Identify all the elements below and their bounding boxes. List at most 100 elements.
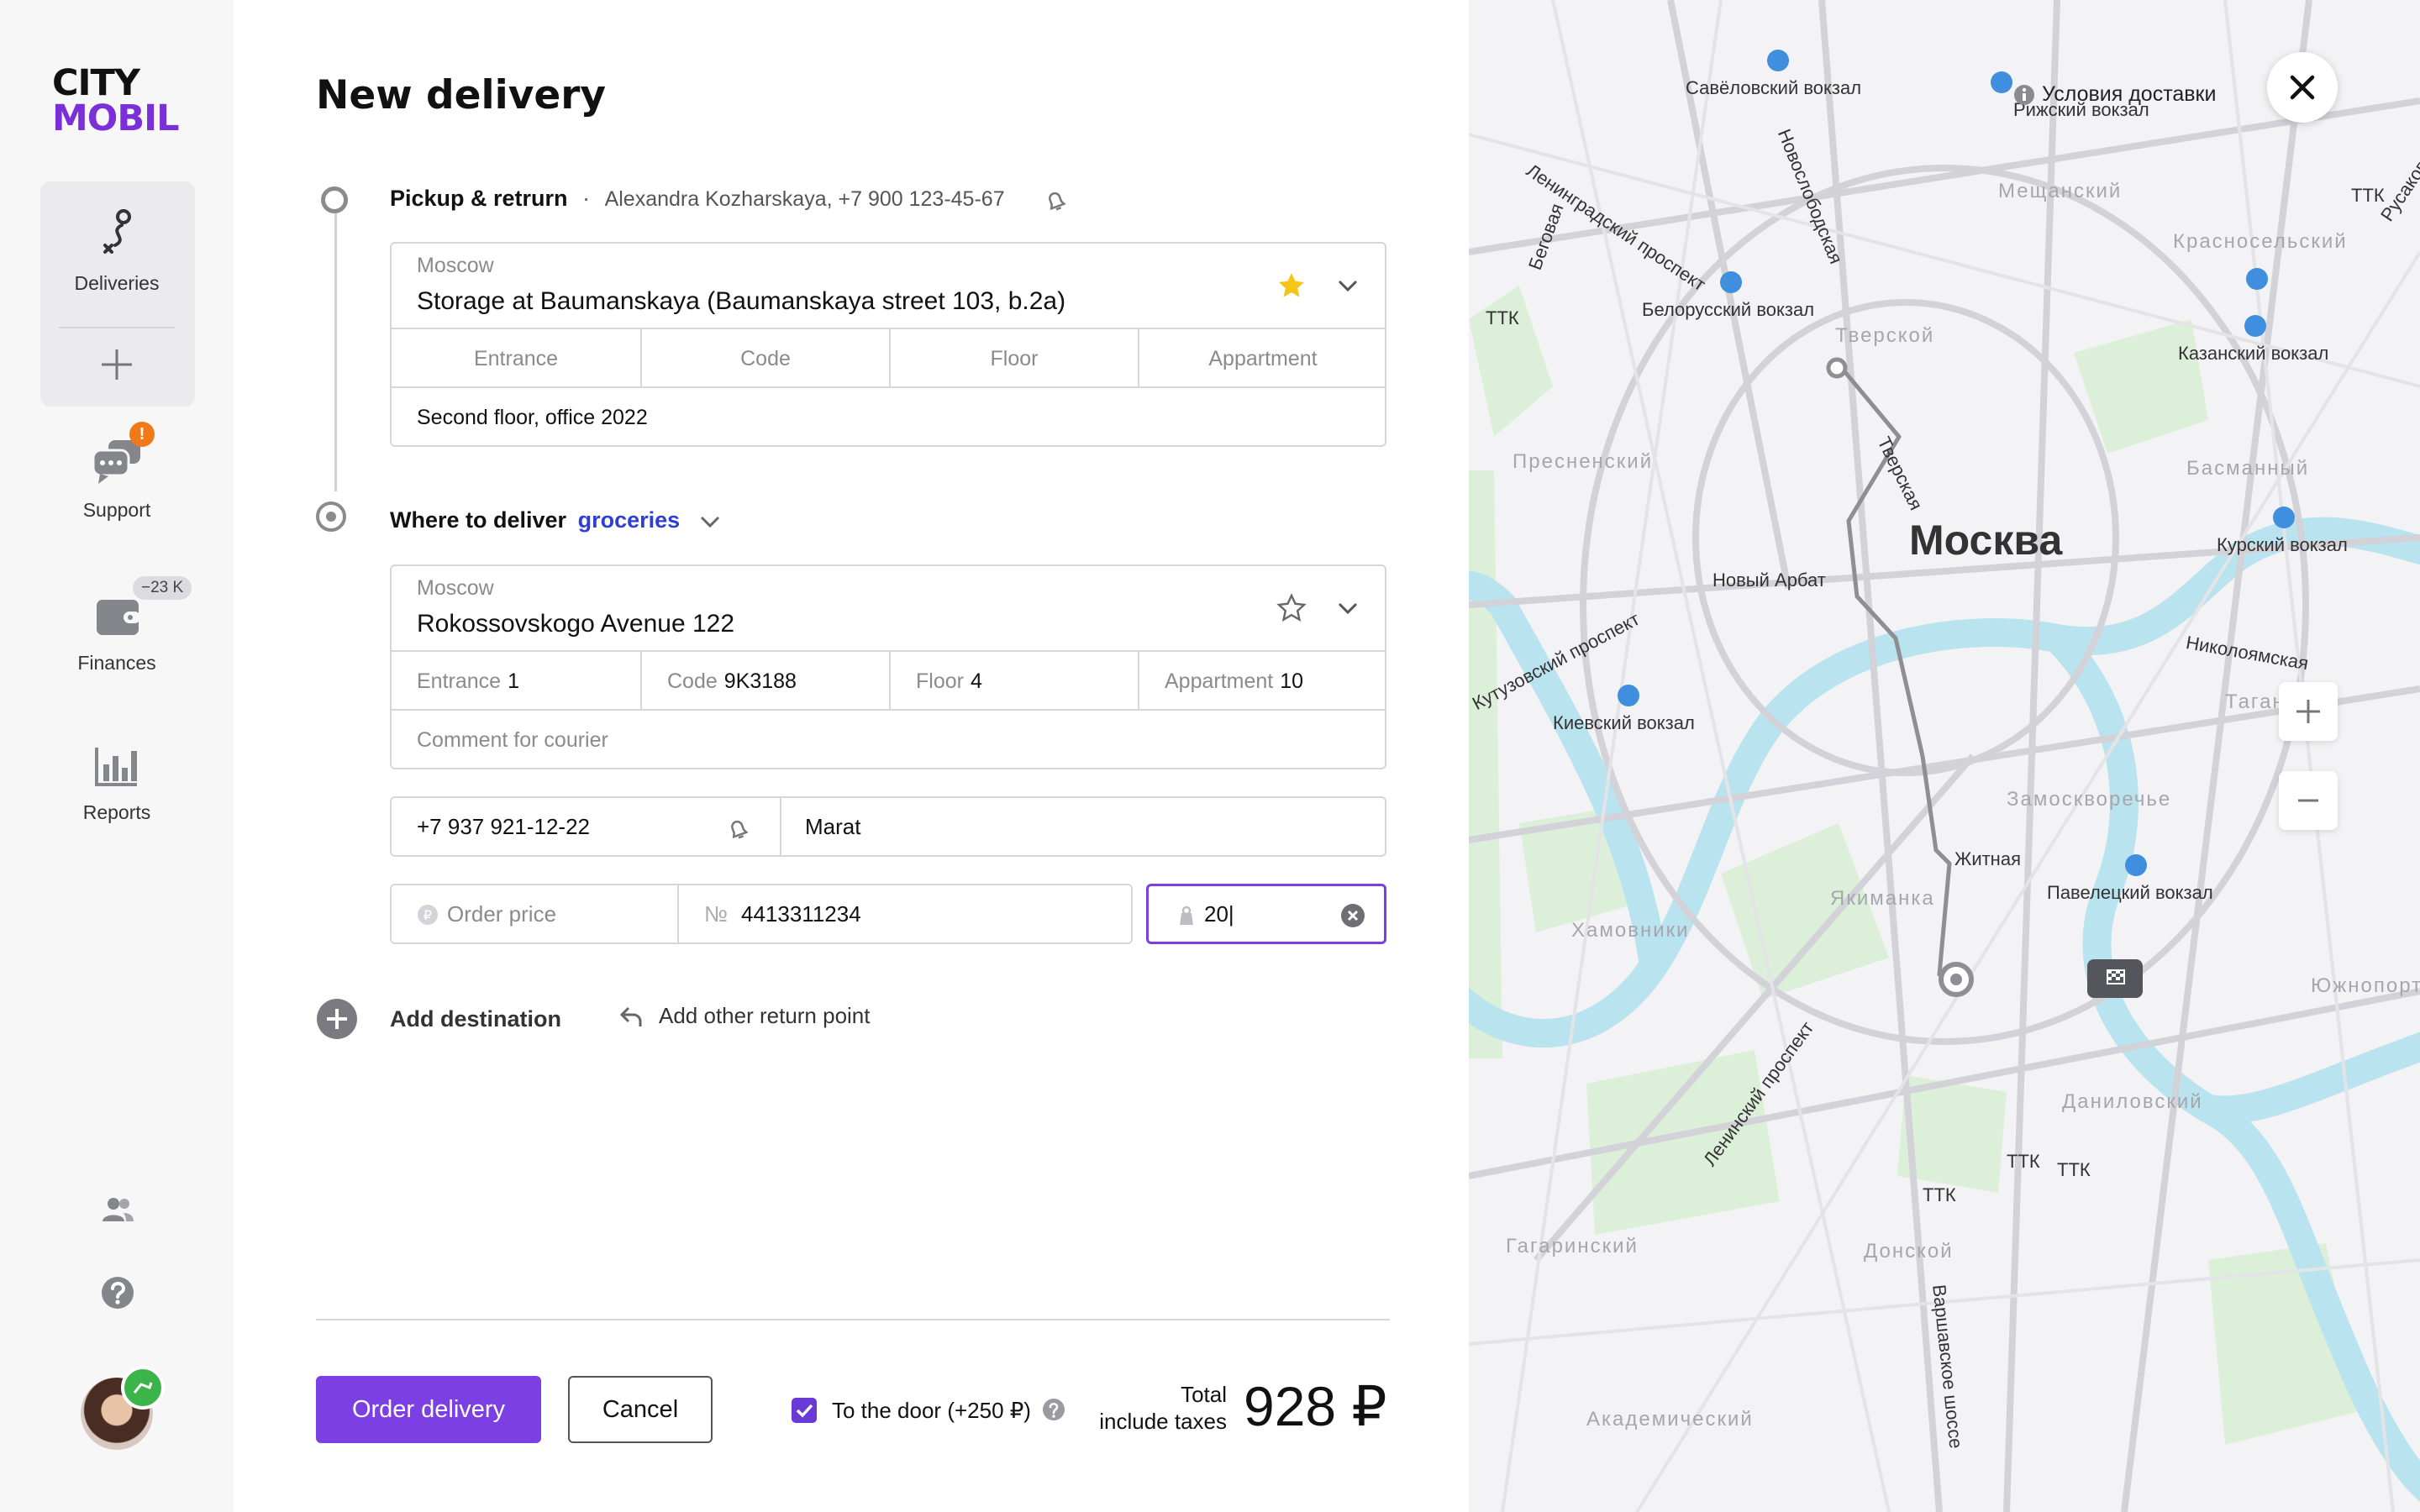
pickup-address-card: Moscow Storage at Baumanskaya (Baumanska… [390, 242, 1386, 447]
sidebar: CITY MOBIL Deliveries Support ! Finances [0, 0, 234, 1512]
divider [780, 798, 781, 855]
destination-city: Moscow [417, 576, 494, 600]
pickup-heading: Pickup & retrurn [390, 186, 568, 211]
order-delivery-button[interactable]: Order delivery [316, 1376, 541, 1443]
close-button[interactable] [2267, 52, 2338, 123]
courier-status-icon [121, 1366, 165, 1410]
sidebar-item-label: Support [82, 499, 151, 521]
to-door-checkbox[interactable] [792, 1398, 817, 1423]
map-district: Хамовники [1571, 919, 1690, 942]
ttk-label: ТТК [2007, 1151, 2040, 1172]
svg-text:₽: ₽ [424, 907, 432, 923]
info-icon[interactable] [1042, 1398, 1065, 1421]
map-label: Белорусский вокзал [1642, 299, 1815, 320]
map-district: Академический [1586, 1408, 1754, 1431]
pickup-comment-field[interactable]: Second floor, office 2022 [392, 388, 1385, 447]
citymobil-logo[interactable]: CITY MOBIL [52, 66, 187, 137]
bell-icon[interactable] [724, 815, 751, 842]
weight-input[interactable]: 20| [1146, 884, 1386, 944]
recipient-phone[interactable]: +7 937 921-12-22 [417, 814, 590, 840]
balance-badge: −23 K [133, 576, 192, 600]
map-district: Красносельский [2173, 230, 2348, 253]
bar-chart-icon [95, 748, 137, 786]
finish-flag-icon [2082, 969, 2125, 987]
courier-comment-field[interactable]: Comment for courier [392, 711, 1385, 769]
users-icon[interactable] [100, 1193, 135, 1228]
map-district: Замоскворечье [2007, 788, 2172, 811]
map-street: Житная [1954, 848, 2021, 869]
destination-heading: Where to deliver [390, 507, 567, 533]
info-icon [2014, 84, 2034, 105]
total-price: 928 ₽ [1244, 1375, 1387, 1437]
route-timeline [334, 210, 337, 491]
ttk-label: ТТК [2351, 185, 2385, 206]
close-icon [2290, 75, 2315, 100]
entrance-field[interactable]: Entrance 1 [392, 652, 640, 711]
destination-flag-marker [2082, 959, 2143, 998]
return-arrow-icon [619, 1006, 642, 1026]
map-district: Якиманка [1830, 887, 1935, 910]
notification-badge: ! [129, 422, 155, 447]
sidebar-item-label: Finances [77, 652, 156, 674]
total-label: Total include taxes [1099, 1382, 1227, 1434]
pickup-address[interactable]: Storage at Baumanskaya (Baumanskaya stre… [417, 287, 1065, 316]
map-street: Новый Арбат [1712, 570, 1826, 591]
sidebar-item-support[interactable]: Support [0, 437, 234, 522]
sidebar-item-finances[interactable]: Finances [0, 593, 234, 675]
recipient-contact-field: +7 937 921-12-22 Marat [390, 796, 1386, 857]
code-field[interactable]: Code [640, 329, 889, 388]
ttk-label: ТТК [2057, 1159, 2091, 1180]
star-filled-icon[interactable] [1276, 270, 1307, 301]
code-field[interactable]: Code 9K3188 [640, 652, 889, 711]
map-label: Савёловский вокзал [1686, 77, 1862, 98]
delivery-category-select[interactable]: groceries [578, 507, 681, 533]
map-district: Пресненский [1512, 450, 1654, 473]
add-destination-label: Add destination [390, 1006, 561, 1032]
zoom-out-button[interactable] [2279, 771, 2338, 830]
route-icon [103, 209, 131, 254]
order-number-input[interactable]: 4413311234 [741, 901, 861, 927]
map-district: Южнопортовый [2311, 974, 2420, 997]
apartment-field[interactable]: Appartment [1138, 329, 1386, 388]
star-outline-icon[interactable] [1276, 593, 1307, 623]
destination-address-card: Moscow Rokossovskogo Avenue 122 Entrance… [390, 564, 1386, 769]
destination-details-row: Entrance 1 Code 9K3188 Floor 4 Appartment 10 [392, 650, 1385, 711]
delivery-terms-link[interactable]: Условия доставки [2013, 82, 2216, 107]
ttk-label: ТТК [1486, 307, 1519, 328]
minus-icon [2298, 799, 2318, 802]
floor-field[interactable]: Floor [889, 329, 1138, 388]
chevron-down-icon[interactable] [1336, 600, 1360, 617]
destination-heading-row: Where to deliver groceries [390, 507, 680, 533]
chevron-down-icon[interactable] [1336, 277, 1360, 294]
apartment-field[interactable]: Appartment 10 [1138, 652, 1386, 711]
chevron-down-icon[interactable] [699, 514, 721, 529]
plus-icon [2296, 700, 2320, 723]
pickup-heading-row: Pickup & retrurn · Alexandra Kozharskaya… [390, 186, 1005, 211]
recipient-name[interactable]: Marat [805, 814, 860, 840]
clear-icon[interactable] [1340, 903, 1365, 928]
entrance-field[interactable]: Entrance [392, 329, 640, 388]
sidebar-item-reports[interactable]: Reports [0, 744, 234, 824]
map-view[interactable]: Савёловский вокзал Рижский вокзал Белору… [1469, 0, 2420, 1512]
floor-field[interactable]: Floor 4 [889, 652, 1138, 711]
map-label: Павелецкий вокзал [2047, 882, 2213, 903]
to-door-label: To the door (+250 ₽) [832, 1398, 1031, 1423]
sidebar-item-label: Deliveries [74, 272, 160, 294]
sidebar-item-deliveries[interactable]: Deliveries [0, 207, 234, 295]
divider [59, 327, 175, 328]
order-price-input[interactable]: Order price [447, 901, 556, 927]
zoom-in-button[interactable] [2279, 682, 2338, 741]
map-district: Мещанский [1998, 180, 2123, 202]
pickup-city: Moscow [417, 254, 494, 277]
pickup-comment-row: Second floor, office 2022 [392, 386, 1385, 447]
help-icon[interactable] [100, 1275, 135, 1310]
checkmark-icon [796, 1404, 813, 1418]
cancel-button[interactable]: Cancel [568, 1376, 713, 1443]
pickup-contact[interactable]: Alexandra Kozharskaya, +7 900 123-45-67 [605, 187, 1005, 211]
plus-icon[interactable] [100, 348, 134, 381]
plus-circle-icon [317, 999, 357, 1039]
destination-address[interactable]: Rokossovskogo Avenue 122 [417, 610, 734, 638]
order-info-field: ₽ Order price № 4413311234 [390, 884, 1133, 944]
bell-icon[interactable] [1042, 186, 1069, 213]
map-district: Тверской [1835, 324, 1935, 347]
